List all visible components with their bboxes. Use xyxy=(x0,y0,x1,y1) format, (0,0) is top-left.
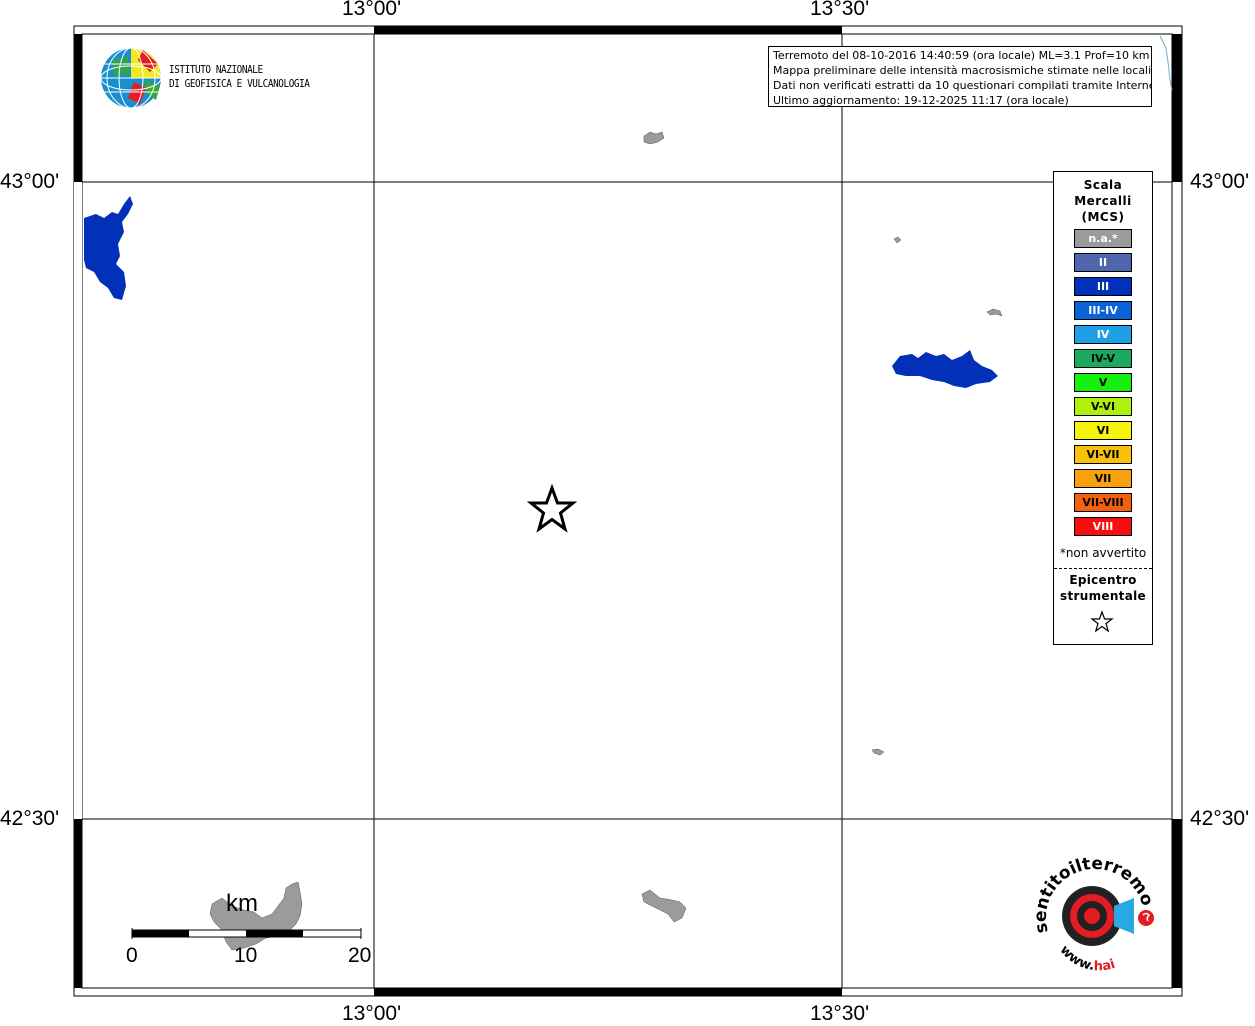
institute-name-line1: ISTITUTO NAZIONALE xyxy=(169,63,263,76)
map-inner-frame xyxy=(81,33,1173,989)
legend-title: Scala Mercalli (MCS) xyxy=(1054,177,1152,225)
legend-not-felt-note: *non avvertito xyxy=(1059,546,1147,560)
legend-swatch: V xyxy=(1074,373,1132,392)
ingv-logo-icon xyxy=(100,47,162,109)
frame-tick-right-top xyxy=(1172,34,1182,182)
legend-swatch: VII xyxy=(1074,469,1132,488)
legend-divider xyxy=(1054,568,1152,569)
lon-label-top-right: 13°30' xyxy=(810,0,870,20)
legend-swatch: V-VI xyxy=(1074,397,1132,416)
legend-swatch: III xyxy=(1074,277,1132,296)
legend-swatch: VII-VIII xyxy=(1074,493,1132,512)
legend-swatch: IV xyxy=(1074,325,1132,344)
frame-tick-bottom xyxy=(374,988,842,996)
mcs-legend: Scala Mercalli (MCS) n.a.* II III III-IV IV I… xyxy=(1053,171,1153,645)
scale-unit-label: km xyxy=(226,890,258,917)
legend-swatch: VI xyxy=(1074,421,1132,440)
info-line-source: Dati non verificati estratti da 10 quest… xyxy=(773,79,1151,92)
legend-star-icon xyxy=(1090,610,1114,633)
legend-swatch: VI-VII xyxy=(1074,445,1132,464)
legend-swatch: IV-V xyxy=(1074,349,1132,368)
legend-epicenter-title: Epicentro strumentale xyxy=(1054,572,1152,604)
legend-swatch: n.a.* xyxy=(1074,229,1132,248)
svg-text:www.hai: www.hai xyxy=(1057,943,1117,975)
legend-swatch: III-IV xyxy=(1074,301,1132,320)
lat-label-right-top: 43°00' xyxy=(1190,170,1250,193)
scale-tick-label: 0 xyxy=(126,944,138,967)
lat-label-left-top: 43°00' xyxy=(0,170,60,193)
frame-tick-left-bottom xyxy=(74,819,82,988)
info-line-description: Mappa preliminare delle intensità macros… xyxy=(773,64,1151,77)
legend-swatch: II xyxy=(1074,253,1132,272)
legend-title-line1: Scala xyxy=(1083,178,1123,192)
lon-label-top-left: 13°00' xyxy=(342,0,402,20)
institute-name-line2: DI GEOFISICA E VULCANOLOGIA xyxy=(169,77,310,90)
legend-title-line3: (MCS) xyxy=(1081,210,1125,224)
frame-tick-left-white xyxy=(74,182,82,819)
legend-title-line2: Mercalli xyxy=(1074,194,1132,208)
scale-tick-label: 20 xyxy=(348,944,372,967)
scale-tick-label: 10 xyxy=(234,944,258,967)
institute-name: ISTITUTO NAZIONALE DI GEOFISICA E VULCAN… xyxy=(169,63,310,91)
scale-bar xyxy=(131,928,362,939)
lat-label-right-bottom: 42°30' xyxy=(1190,807,1250,830)
frame-tick-right-bottom xyxy=(1172,819,1182,988)
lon-label-bottom-right: 13°30' xyxy=(810,1002,870,1025)
info-line-event: Terremoto del 08-10-2016 14:40:59 (ora l… xyxy=(773,49,1150,62)
lat-label-left-bottom: 42°30' xyxy=(0,807,60,830)
lon-label-bottom-left: 13°00' xyxy=(342,1002,402,1025)
legend-epicenter-line1: Epicentro xyxy=(1069,573,1137,587)
legend-swatch: VIII xyxy=(1074,517,1132,536)
legend-epicenter-line2: strumentale xyxy=(1060,589,1146,603)
info-line-updated: Ultimo aggiornamento: 19-12-2025 11:17 (… xyxy=(773,94,1069,107)
earthquake-info-box: Terremoto del 08-10-2016 14:40:59 (ora l… xyxy=(768,46,1152,107)
frame-tick-top xyxy=(374,26,842,34)
haisentito-logo-icon: sentitoilterremoto.it www.hai xyxy=(1030,852,1157,975)
frame-tick-left-top xyxy=(74,34,82,182)
